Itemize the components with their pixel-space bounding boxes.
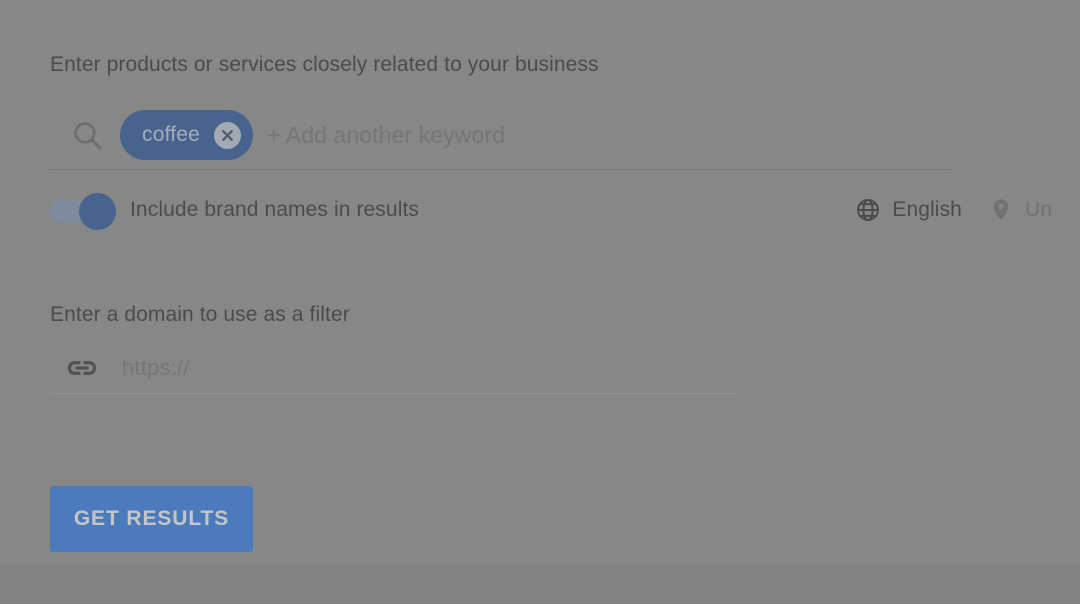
brand-names-toggle-label: Include brand names in results	[130, 198, 419, 221]
language-value: English	[892, 198, 962, 221]
locale-controls: English Un	[855, 186, 1052, 234]
toggle-switch[interactable]	[50, 193, 116, 230]
domain-field-underline	[50, 393, 736, 394]
keyword-input-row[interactable]: coffee + Add another keyword	[50, 106, 950, 164]
keyword-chip-label: coffee	[142, 123, 201, 146]
get-results-button[interactable]: GET RESULTS	[50, 486, 253, 552]
globe-icon	[855, 197, 881, 223]
keyword-field-underline	[50, 169, 950, 170]
form-content: Enter products or services closely relat…	[0, 0, 1080, 604]
keywords-section-label: Enter products or services closely relat…	[50, 53, 599, 76]
location-selector[interactable]: Un	[988, 197, 1052, 223]
domain-section-label: Enter a domain to use as a filter	[50, 303, 350, 326]
toggle-knob	[79, 193, 116, 230]
add-keyword-input[interactable]: + Add another keyword	[267, 122, 505, 149]
location-pin-icon	[988, 197, 1014, 223]
link-icon	[64, 350, 100, 386]
close-icon[interactable]	[214, 121, 242, 149]
language-selector[interactable]: English	[855, 197, 962, 223]
options-row: Include brand names in results English U…	[50, 186, 1052, 234]
keyword-chip[interactable]: coffee	[120, 110, 254, 160]
domain-input[interactable]: https://	[122, 355, 190, 381]
keyword-planner-form: Enter products or services closely relat…	[0, 0, 1080, 604]
search-icon	[70, 118, 104, 152]
location-value: Un	[1024, 198, 1052, 221]
domain-input-row[interactable]: https://	[50, 344, 736, 392]
brand-names-toggle[interactable]: Include brand names in results	[50, 186, 419, 234]
